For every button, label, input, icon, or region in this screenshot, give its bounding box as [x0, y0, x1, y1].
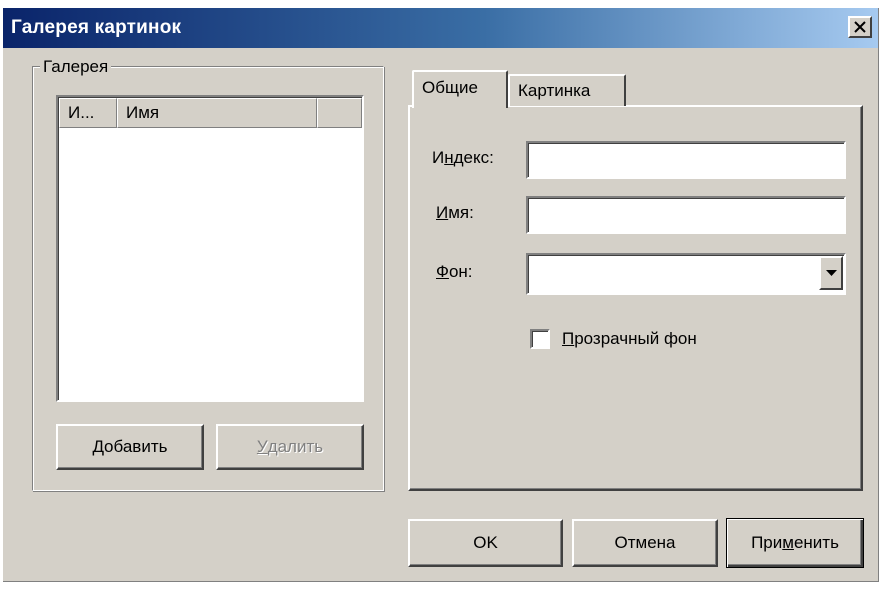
window-title: Галерея картинок	[11, 17, 182, 38]
list-header: И... Имя	[59, 98, 362, 128]
cancel-button[interactable]: Отмена	[572, 519, 718, 567]
name-label: Имя:	[436, 203, 474, 222]
background-label: Фон:	[436, 262, 473, 281]
index-input[interactable]	[526, 141, 846, 179]
background-select[interactable]	[526, 253, 846, 295]
apply-button[interactable]: Применить	[726, 518, 864, 568]
tab-picture[interactable]: Картинка	[508, 74, 626, 106]
close-button[interactable]	[848, 16, 872, 38]
column-header-empty[interactable]	[317, 98, 362, 128]
ok-button[interactable]: OK	[408, 519, 563, 567]
dropdown-button[interactable]	[819, 256, 843, 290]
transparent-checkbox[interactable]	[530, 329, 550, 349]
tab-general[interactable]: Общие	[412, 70, 508, 108]
title-bar[interactable]: Галерея картинок	[3, 8, 878, 48]
chevron-down-icon	[826, 270, 837, 276]
apply-button-label: Применить	[751, 533, 839, 552]
name-input[interactable]	[526, 196, 846, 234]
gallery-group-label: Галерея	[40, 58, 112, 76]
add-button-label: Добавить	[92, 437, 168, 456]
index-label: Индекс:	[432, 148, 494, 167]
column-header-index[interactable]: И...	[59, 98, 117, 128]
add-button[interactable]: Добавить	[56, 424, 204, 470]
delete-button-label: Удалить	[256, 437, 324, 456]
gallery-list[interactable]: И... Имя	[56, 95, 364, 402]
delete-button[interactable]: Удалить	[216, 424, 364, 470]
column-header-name[interactable]: Имя	[117, 98, 317, 128]
transparent-label[interactable]: Прозрачный фон	[562, 329, 697, 349]
close-icon	[854, 21, 866, 33]
